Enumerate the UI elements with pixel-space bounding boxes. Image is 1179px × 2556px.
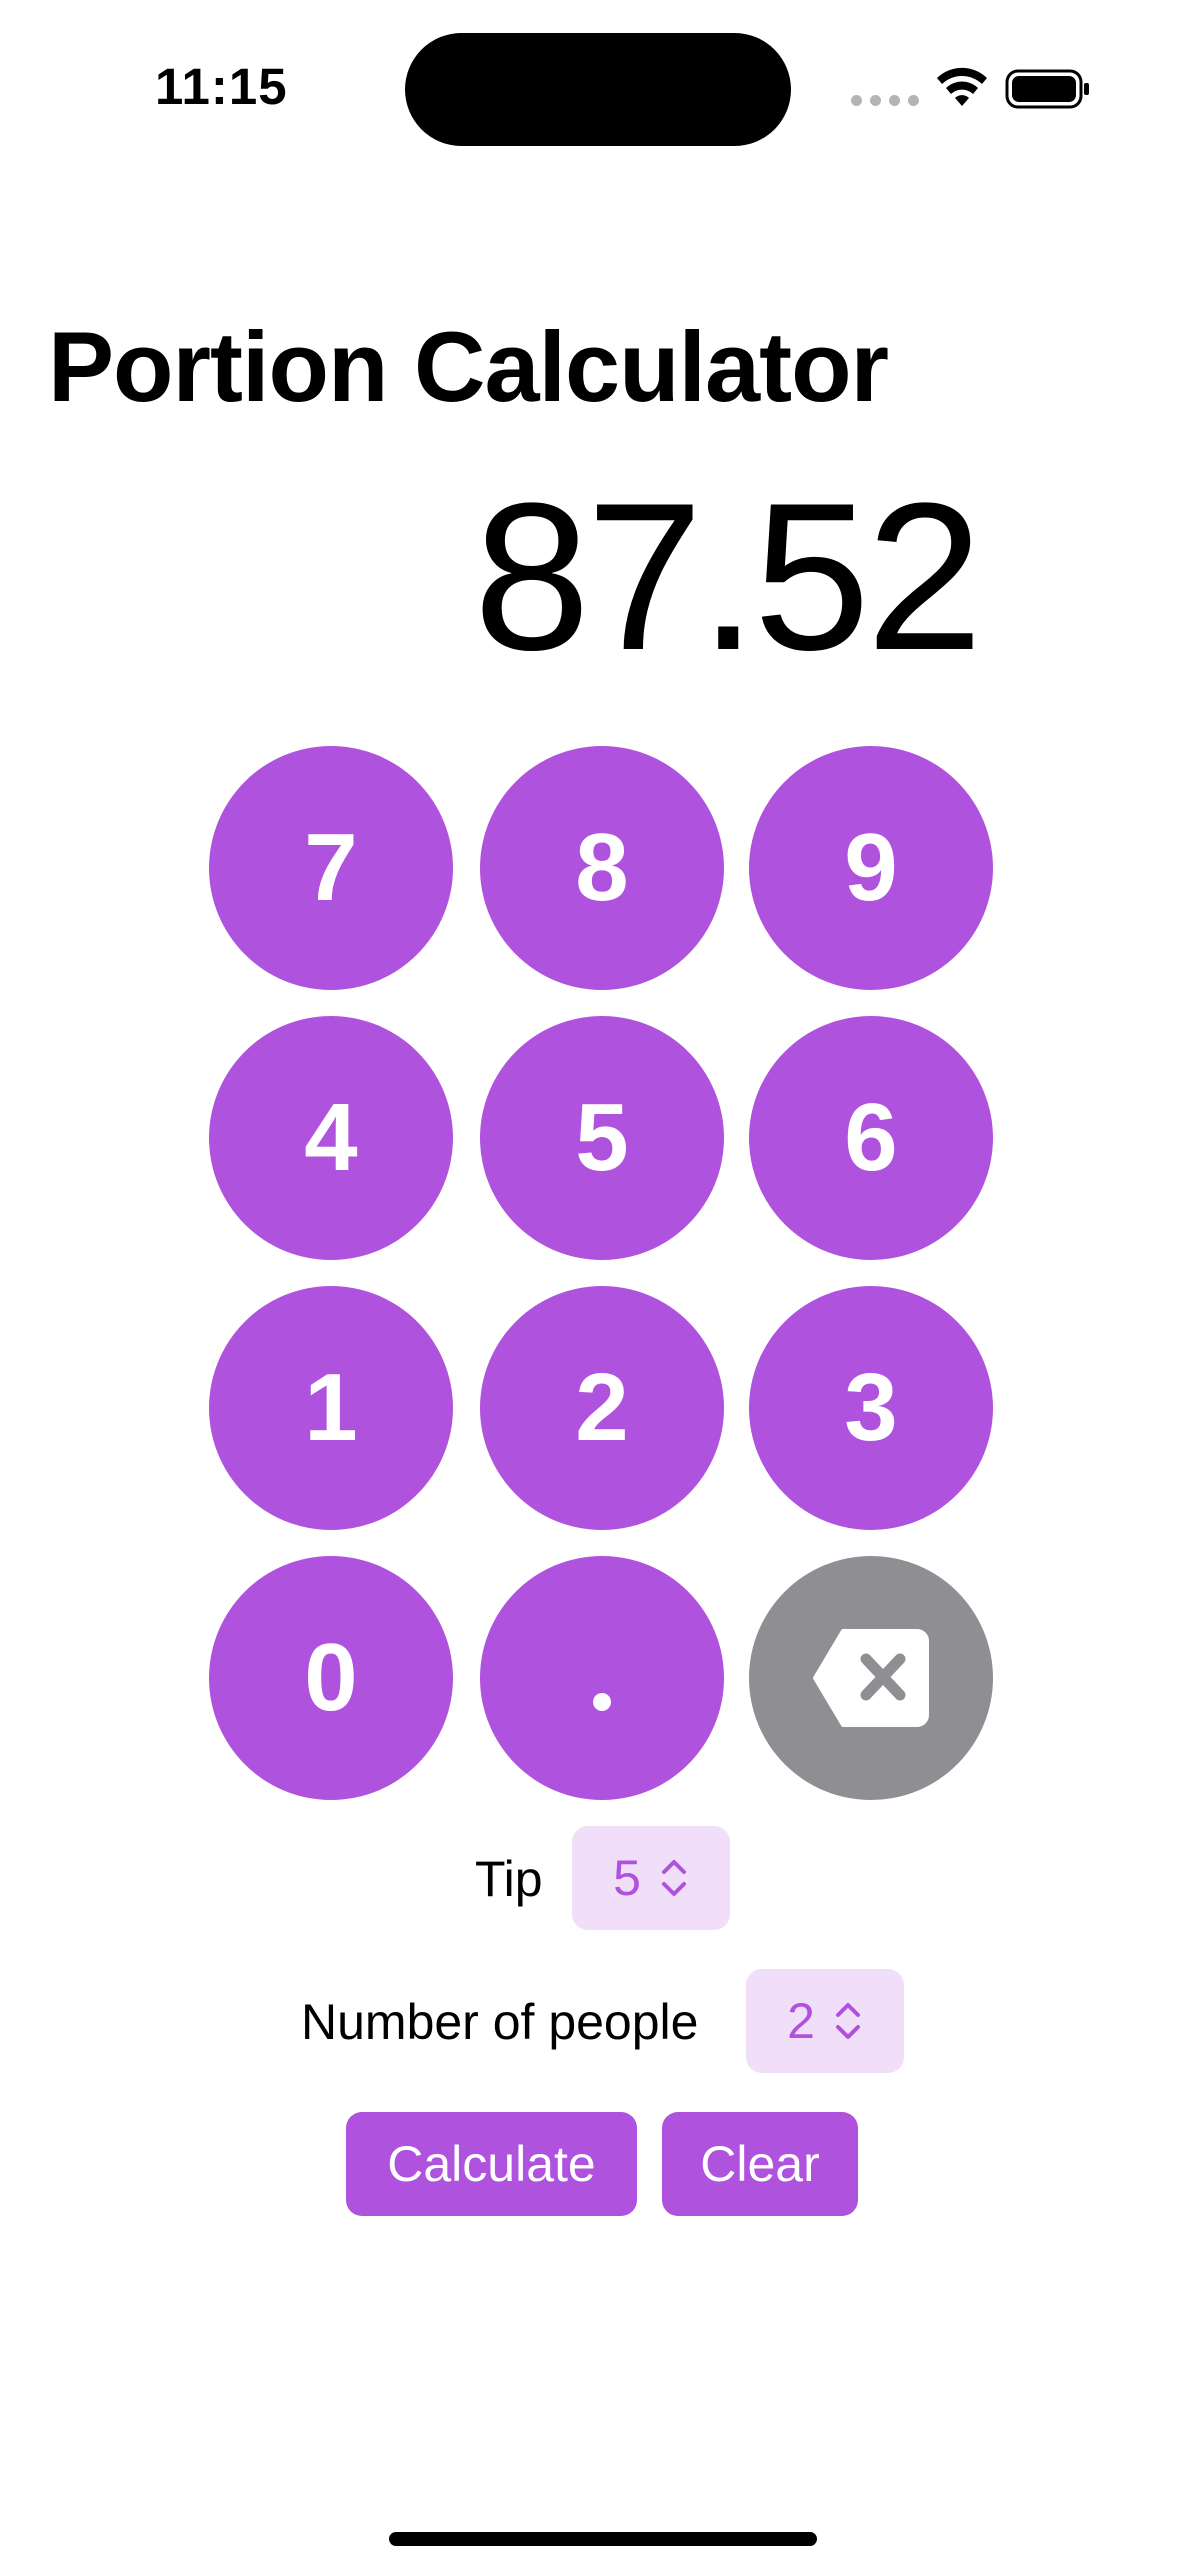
result-display: 87.52 — [473, 459, 983, 694]
decimal-point-glyph — [593, 1693, 611, 1711]
key-6[interactable]: 6 — [749, 1016, 993, 1260]
wifi-icon — [937, 67, 987, 106]
clear-button[interactable]: Clear — [662, 2112, 858, 2216]
people-value: 2 — [787, 1993, 815, 2049]
key-3[interactable]: 3 — [749, 1286, 993, 1530]
key-5[interactable]: 5 — [480, 1016, 724, 1260]
key-9[interactable]: 9 — [749, 746, 993, 990]
dynamic-island — [405, 33, 791, 146]
chevron-up-down-icon — [661, 1860, 686, 1896]
people-label: Number of people — [301, 1994, 699, 2050]
key-1[interactable]: 1 — [209, 1286, 453, 1530]
people-picker[interactable]: 2 — [746, 1969, 904, 2073]
key-4[interactable]: 4 — [209, 1016, 453, 1260]
tip-label: Tip — [475, 1851, 543, 1907]
chevron-up-down-icon — [835, 2003, 860, 2039]
key-0[interactable]: 0 — [209, 1556, 453, 1800]
tip-picker[interactable]: 5 — [572, 1826, 730, 1930]
delete-backward-icon — [813, 1629, 929, 1727]
key-2[interactable]: 2 — [480, 1286, 724, 1530]
home-indicator[interactable] — [389, 2532, 817, 2546]
battery-icon — [1005, 69, 1089, 109]
status-time: 11:15 — [155, 58, 288, 115]
tip-value: 5 — [613, 1850, 641, 1906]
key-7[interactable]: 7 — [209, 746, 453, 990]
backspace-button[interactable] — [749, 1556, 993, 1800]
page-title: Portion Calculator — [48, 311, 889, 422]
key-decimal[interactable] — [480, 1556, 724, 1800]
key-8[interactable]: 8 — [480, 746, 724, 990]
calculate-button[interactable]: Calculate — [346, 2112, 637, 2216]
cellular-signal-icon — [851, 95, 919, 106]
